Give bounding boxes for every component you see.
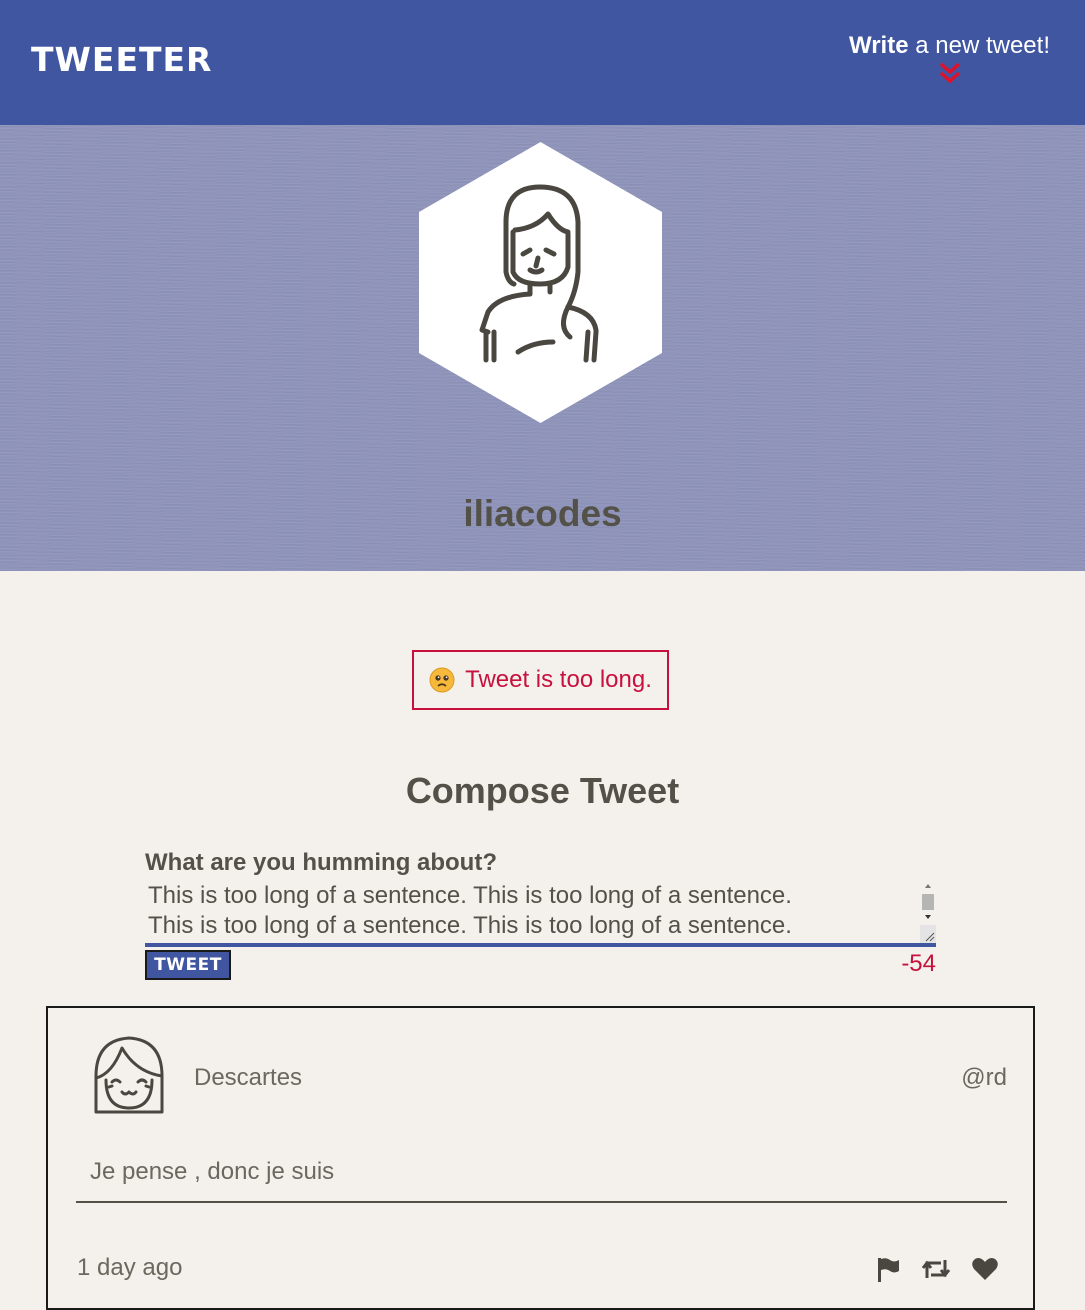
tweet-author-name[interactable]: Descartes	[194, 1064, 302, 1092]
tweet-card: Descartes @rd Je pense , donc je suis 1 …	[46, 1006, 1035, 1310]
write-label-rest: a new tweet!	[908, 32, 1050, 59]
flag-icon[interactable]	[875, 1256, 901, 1287]
write-new-tweet-button[interactable]: Write a new tweet!	[849, 32, 1050, 84]
error-message: Tweet is too long.	[412, 650, 669, 710]
profile-username: iliacodes	[463, 493, 622, 534]
profile-avatar	[419, 142, 662, 423]
textarea-scrollbar[interactable]	[920, 881, 936, 943]
tweet-divider	[76, 1201, 1007, 1203]
tweet-input-label: What are you humming about?	[145, 849, 497, 876]
tweet-submit-button[interactable]: TWEET	[145, 950, 231, 980]
tweet-content: Je pense , donc je suis	[90, 1158, 335, 1185]
tweet-textarea[interactable]: This is too long of a sentence. This is …	[145, 881, 936, 947]
tweet-author-handle[interactable]: @rd	[961, 1064, 1007, 1092]
write-label-bold: Write	[849, 32, 909, 59]
double-chevron-down-icon[interactable]	[938, 62, 962, 84]
textarea-line: This is too long of a sentence. This is …	[148, 912, 792, 939]
textarea-line: This is too long of a sentence. This is …	[148, 882, 792, 909]
brand-logo[interactable]: TWEETER	[31, 40, 212, 79]
sad-face-icon	[429, 667, 455, 693]
character-counter: -54	[901, 950, 936, 977]
tweet-actions	[875, 1256, 999, 1287]
compose-title: Compose Tweet	[405, 770, 680, 811]
tweet-timestamp: 1 day ago	[77, 1254, 183, 1281]
error-text: Tweet is too long.	[465, 666, 652, 693]
top-nav: TWEETER Write a new tweet!	[0, 0, 1085, 125]
heart-icon[interactable]	[971, 1256, 999, 1287]
retweet-icon[interactable]	[921, 1256, 951, 1287]
tweet-author-avatar	[94, 1036, 164, 1114]
